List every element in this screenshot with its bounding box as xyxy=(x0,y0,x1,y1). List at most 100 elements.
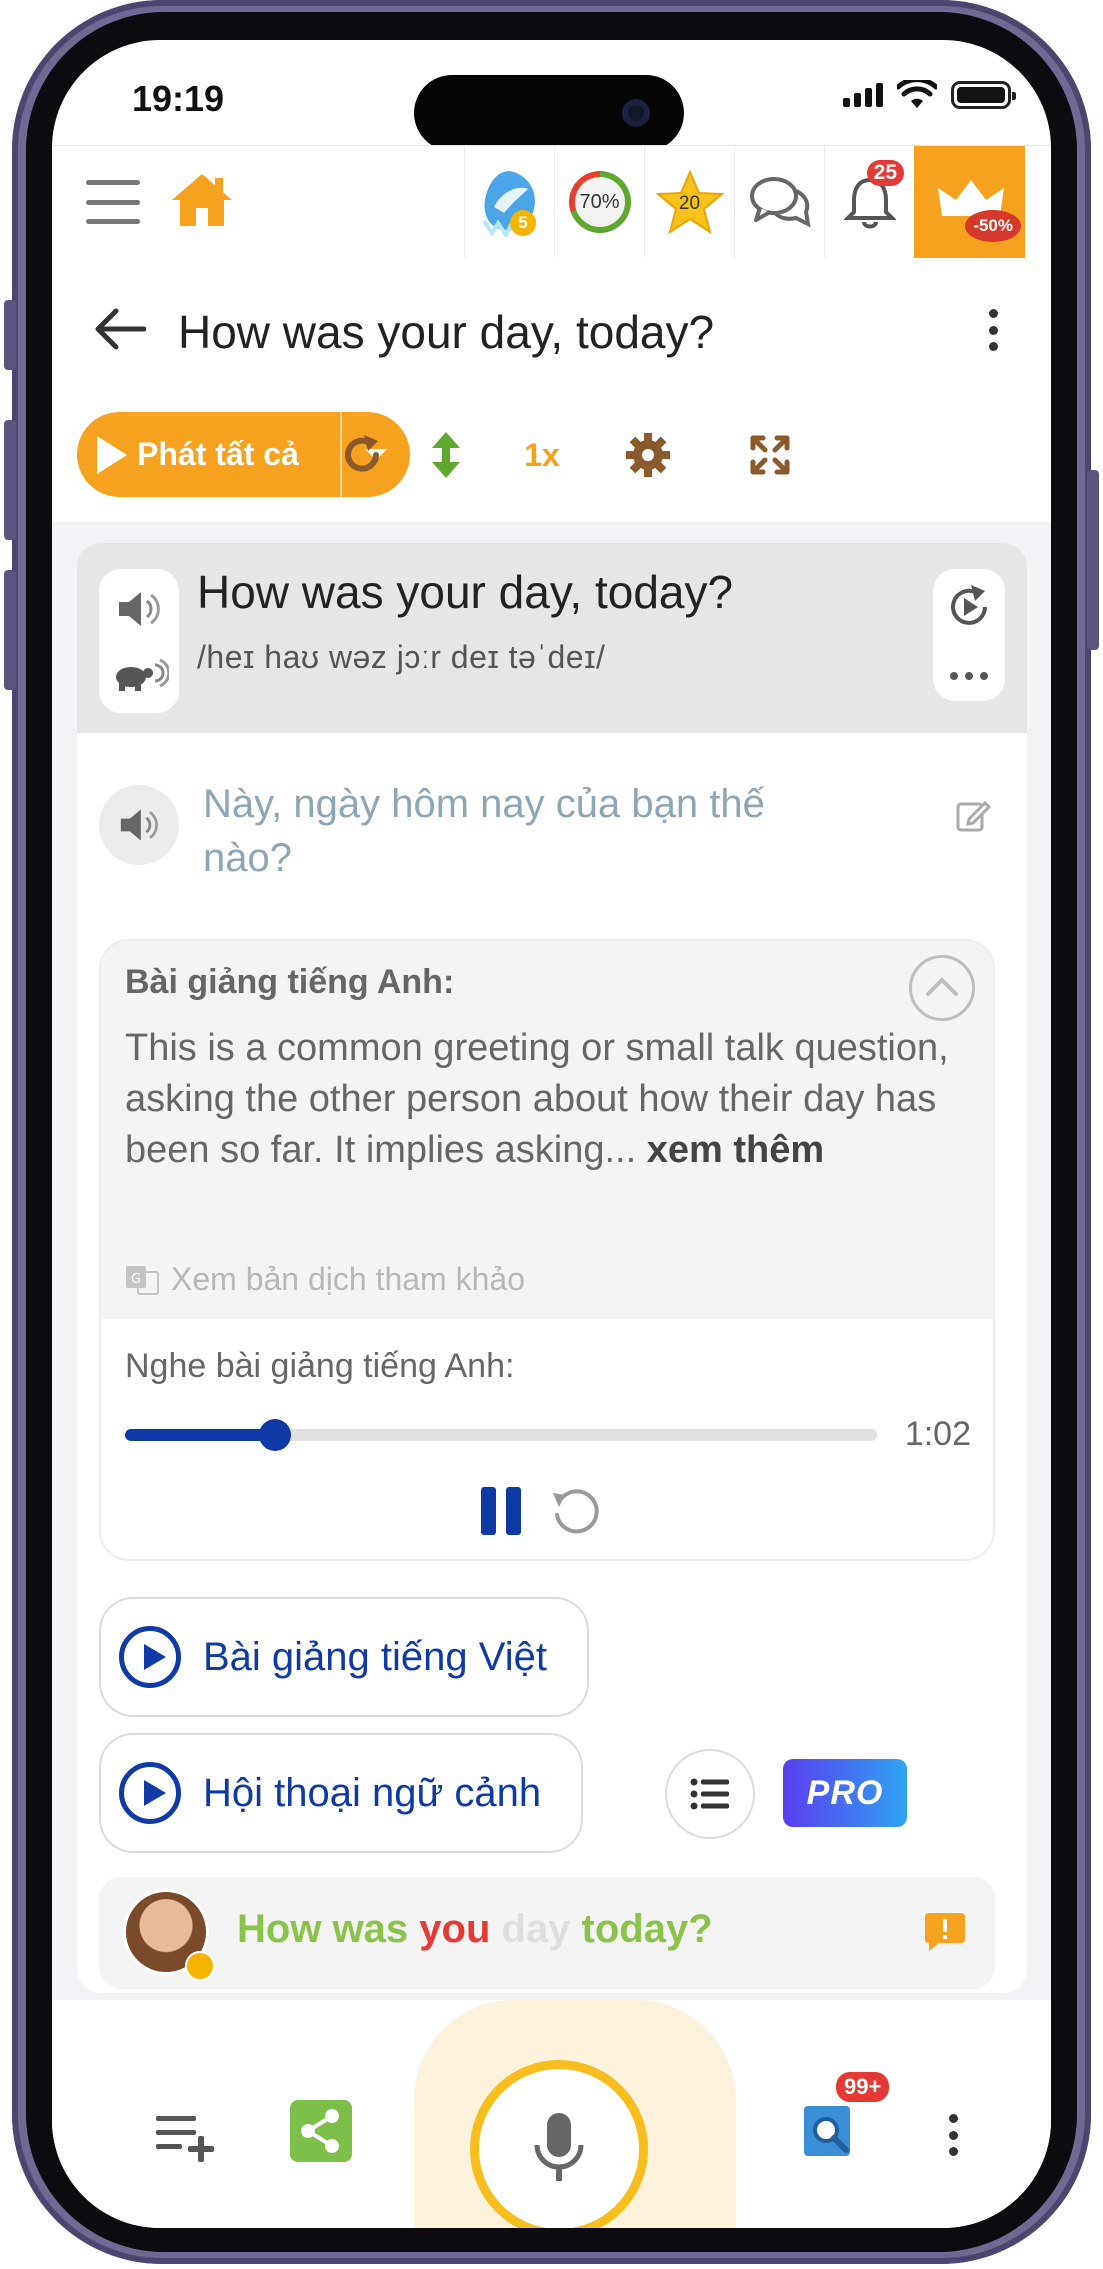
more-options-icon[interactable] xyxy=(987,309,999,351)
notifications-badge: 25 xyxy=(866,160,904,186)
sentence-header: How was your day, today? /heɪ haʊ wəz jɔ… xyxy=(77,543,1027,733)
phone-volume-down-button xyxy=(4,570,16,690)
home-icon[interactable] xyxy=(170,170,234,230)
promo-tile[interactable]: -50% xyxy=(914,146,1025,258)
english-lecture-panel: Bài giảng tiếng Anh: This is a common gr… xyxy=(99,939,995,1561)
pronunciation-result-text: How was you day today? xyxy=(237,1907,713,1952)
status-icons xyxy=(843,80,1016,110)
level-badge: 5 xyxy=(510,210,536,236)
microphone-icon xyxy=(534,2113,584,2181)
translate-icon: G xyxy=(126,1265,159,1295)
bottom-more-icon[interactable] xyxy=(947,2114,959,2156)
back-arrow-icon[interactable] xyxy=(94,307,146,351)
lecture-heading: Bài giảng tiếng Anh: xyxy=(125,963,455,1001)
notifications-tile[interactable]: 25 xyxy=(824,146,914,258)
more-horizontal-icon[interactable] xyxy=(949,671,989,681)
reorder-arrows-icon[interactable] xyxy=(418,427,474,483)
battery-icon xyxy=(951,81,1016,109)
stars-count: 20 xyxy=(678,193,701,214)
word-missing: day xyxy=(490,1907,582,1951)
share-icon xyxy=(301,2109,339,2153)
audio-progress-handle[interactable] xyxy=(259,1419,292,1451)
listen-label: Nghe bài giảng tiếng Anh: xyxy=(125,1347,515,1385)
dialog-list-button[interactable] xyxy=(665,1749,755,1839)
cellular-signal-icon xyxy=(843,83,883,107)
sentence-side-actions xyxy=(933,569,1005,701)
sentence-card: How was your day, today? /heɪ haʊ wəz jɔ… xyxy=(77,543,1027,1993)
list-icon xyxy=(690,1778,729,1810)
status-bar: 19:19 xyxy=(52,40,1051,151)
app-top-bar: 5 70% 20 25 -50% xyxy=(52,145,1051,258)
see-more-link[interactable]: xem thêm xyxy=(647,1129,824,1171)
speaker-icon xyxy=(120,809,158,841)
audio-duration: 1:02 xyxy=(904,1415,971,1453)
word-wrong: you xyxy=(419,1907,491,1951)
vietnamese-lecture-label: Bài giảng tiếng Việt xyxy=(203,1634,547,1679)
progress-ring: 70% xyxy=(568,171,631,233)
play-circle-icon xyxy=(119,1626,181,1688)
translation-speaker-button[interactable] xyxy=(99,785,179,865)
battery-level xyxy=(957,87,1005,103)
dynamic-island xyxy=(414,75,684,151)
dictionary-search-icon[interactable] xyxy=(800,2100,860,2160)
repeat-icon[interactable] xyxy=(334,427,390,483)
top-status-icons: 5 70% 20 25 -50% xyxy=(464,146,1025,258)
avatar-speaker-icon[interactable] xyxy=(185,1951,215,1981)
audio-progress-fill xyxy=(125,1429,276,1441)
play-all-label: Phát tất cả xyxy=(137,436,299,472)
discount-badge: -50% xyxy=(965,210,1021,242)
progress-tile[interactable]: 70% xyxy=(554,146,644,258)
play-icon xyxy=(97,435,127,474)
chat-bubbles-icon xyxy=(749,177,811,228)
report-icon[interactable] xyxy=(923,1911,967,1951)
context-dialog-button[interactable]: Hội thoại ngữ cảnh xyxy=(99,1733,583,1853)
level-tile[interactable]: 5 xyxy=(464,146,554,258)
translation-row: Này, ngày hôm nay của bạn thế nào? xyxy=(77,753,1027,880)
pause-icon[interactable] xyxy=(481,1487,525,1535)
pronunciation-result-row: How was you day today? xyxy=(99,1877,995,1989)
lecture-body: This is a common greeting or small talk … xyxy=(125,1023,955,1176)
speaker-icon[interactable] xyxy=(115,587,163,631)
chat-tile[interactable] xyxy=(734,146,824,258)
restart-icon[interactable] xyxy=(547,1485,603,1541)
phone-action-button xyxy=(4,300,16,370)
menu-icon[interactable] xyxy=(86,180,140,224)
edit-icon[interactable] xyxy=(955,797,991,833)
sentence-ipa: /heɪ haʊ wəz jɔːr deɪ təˈdeɪ/ xyxy=(197,639,606,675)
replay-sentence-icon[interactable] xyxy=(945,583,993,631)
context-dialog-label: Hội thoại ngữ cảnh xyxy=(203,1770,542,1815)
share-button[interactable] xyxy=(290,2100,352,2162)
lecture-body-text: This is a common greeting or small talk … xyxy=(125,1027,949,1171)
collapse-button[interactable] xyxy=(909,955,975,1021)
bottom-bar: 99+ xyxy=(52,2000,1051,2228)
page-header: How was your day, today? xyxy=(52,257,1051,407)
audio-controls xyxy=(99,569,179,713)
speed-label: 1x xyxy=(524,436,560,473)
front-camera xyxy=(622,99,650,127)
phone-volume-up-button xyxy=(4,420,16,540)
word-correct: today? xyxy=(581,1907,713,1951)
progress-percent: 70% xyxy=(574,177,625,227)
pro-badge[interactable]: PRO xyxy=(783,1759,907,1827)
gear-icon[interactable] xyxy=(620,427,676,483)
vietnamese-lecture-button[interactable]: Bài giảng tiếng Việt xyxy=(99,1597,589,1717)
slow-speaker-turtle-icon[interactable] xyxy=(111,655,169,695)
record-button[interactable] xyxy=(470,2060,648,2228)
play-circle-icon xyxy=(119,1762,181,1824)
play-all-main[interactable]: Phát tất cả xyxy=(77,412,342,497)
phone-power-button xyxy=(1087,470,1099,650)
phone-screen: 19:19 5 70% 20 25 -50% How was your day,… xyxy=(52,40,1051,2228)
wifi-icon xyxy=(897,80,937,108)
view-translation-link[interactable]: G Xem bản dịch tham khảo xyxy=(125,1261,525,1298)
fullscreen-icon[interactable] xyxy=(742,427,798,483)
view-translation-label: Xem bản dịch tham khảo xyxy=(171,1261,525,1297)
speed-button[interactable]: 1x xyxy=(514,427,570,483)
svg-text:G: G xyxy=(131,1272,141,1287)
add-to-playlist-icon[interactable] xyxy=(156,2112,226,2162)
audio-progress-bar[interactable] xyxy=(125,1419,877,1451)
playback-toolbar: Phát tất cả 1x xyxy=(52,407,1051,522)
stars-tile[interactable]: 20 xyxy=(644,146,734,258)
dictionary-badge: 99+ xyxy=(834,2070,892,2104)
translation-text: Này, ngày hôm nay của bạn thế nào? xyxy=(203,782,765,880)
sentence-text: How was your day, today? xyxy=(197,566,734,618)
